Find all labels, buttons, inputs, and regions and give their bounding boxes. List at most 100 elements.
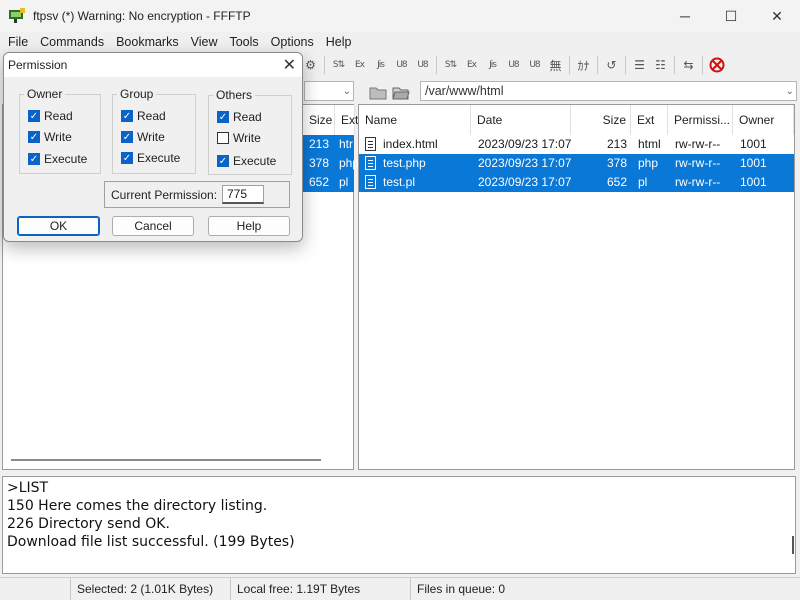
remote-file-size: 213 (606, 137, 627, 151)
menu-tools[interactable]: Tools (223, 32, 264, 52)
local-file-size: 652 (309, 175, 330, 189)
others-read-checkbox[interactable]: ✓ Read (217, 110, 262, 124)
utf8bom-download-icon[interactable]: U8 (412, 55, 433, 76)
settings-toolbar-icon[interactable]: ⚙ (300, 55, 321, 76)
checkmark-icon: ✓ (121, 152, 133, 164)
group-read-checkbox[interactable]: ✓ Read (121, 109, 166, 123)
owner-write-label: Write (44, 130, 72, 144)
status-selected: Selected: 2 (1.01K Bytes) (70, 578, 230, 600)
current-permission-input[interactable]: 775 (222, 185, 264, 204)
remote-file-row[interactable]: test.php 2023/09/23 17:07 378 php rw-rw-… (359, 154, 794, 173)
menu-options[interactable]: Options (265, 32, 320, 52)
remote-column-size[interactable]: Size (571, 105, 631, 135)
remote-column-ext[interactable]: Ext (631, 105, 668, 135)
remote-file-name: test.php (383, 156, 426, 170)
menu-commands[interactable]: Commands (34, 32, 110, 52)
sync-folders-icon[interactable]: ⇆ (678, 55, 699, 76)
toolbar-separator (324, 56, 325, 74)
others-execute-checkbox[interactable]: ✓ Execute (217, 154, 276, 168)
kana-conversion-icon[interactable]: ｶﾅ (573, 55, 594, 76)
remote-file-date: 2023/09/23 17:07 (478, 175, 572, 189)
owner-execute-label: Execute (44, 152, 88, 166)
local-horizontal-scrollbar[interactable] (11, 459, 321, 461)
group-write-checkbox[interactable]: ✓ Write (121, 130, 165, 144)
toolbar-separator (674, 56, 675, 74)
log-line: Download file list successful. (199 Byte… (7, 534, 295, 550)
open-folder-icon[interactable] (390, 81, 411, 102)
checkmark-icon: ✓ (217, 155, 229, 167)
owner-read-checkbox[interactable]: ✓ Read (28, 109, 73, 123)
checkmark-icon: ✓ (28, 153, 40, 165)
dialog-close-icon[interactable]: ✕ (283, 55, 296, 75)
owner-group-title: Owner (24, 87, 66, 101)
local-file-row[interactable]: 213 htr (303, 135, 354, 154)
remote-column-date[interactable]: Date (471, 105, 571, 135)
owner-execute-checkbox[interactable]: ✓ Execute (28, 152, 87, 166)
sjis-download-icon[interactable]: S⇅ (328, 55, 349, 76)
jis-upload-icon[interactable]: Jis (482, 55, 503, 76)
remote-file-permission: rw-rw-r-- (675, 175, 721, 189)
checkmark-icon: ✓ (217, 111, 229, 123)
menu-bookmarks[interactable]: Bookmarks (110, 32, 185, 52)
ok-button[interactable]: OK (17, 216, 100, 236)
checkmark-icon: ✓ (28, 131, 40, 143)
remote-file-permission: rw-rw-r-- (675, 137, 721, 151)
folder-up-icon[interactable] (367, 81, 388, 102)
local-file-row[interactable]: 652 pl (303, 173, 354, 192)
status-bar: Selected: 2 (1.01K Bytes) Local free: 1.… (0, 577, 800, 600)
unchecked-box-icon (217, 132, 229, 144)
checkmark-icon: ✓ (121, 131, 133, 143)
help-button[interactable]: Help (208, 216, 290, 236)
checkmark-icon: ✓ (121, 110, 133, 122)
minimize-button[interactable]: ─ (662, 0, 708, 32)
owner-write-checkbox[interactable]: ✓ Write (28, 130, 72, 144)
log-scrollbar[interactable] (792, 536, 794, 554)
permission-dialog: Permission ✕ Owner ✓ Read ✓ Write ✓ Execute… (3, 52, 303, 242)
toolbar-separator (625, 56, 626, 74)
group-execute-checkbox[interactable]: ✓ Execute (121, 151, 180, 165)
utf8-upload-icon[interactable]: U8 (503, 55, 524, 76)
others-group-title: Others (213, 88, 256, 102)
remote-file-row[interactable]: test.pl 2023/09/23 17:07 652 pl rw-rw-r-… (359, 173, 794, 192)
local-path-combo[interactable]: ⌄ (304, 81, 354, 101)
local-column-size[interactable]: Size (303, 105, 335, 135)
maximize-button[interactable]: ☐ (708, 0, 754, 32)
remote-file-owner: 1001 (740, 156, 767, 170)
utf8bom-upload-icon[interactable]: U8 (524, 55, 545, 76)
others-write-checkbox[interactable]: Write (217, 131, 261, 145)
list-view-icon[interactable]: ☰ (629, 55, 650, 76)
status-local-free: Local free: 1.19T Bytes (230, 578, 410, 600)
checkmark-icon: ✓ (28, 110, 40, 122)
refresh-icon[interactable]: ↺ (601, 55, 622, 76)
detail-view-icon[interactable]: ☷ (650, 55, 671, 76)
local-file-ext: php (339, 156, 360, 170)
sjis-upload-icon[interactable]: S⇅ (440, 55, 461, 76)
no-conversion-icon[interactable]: 無 (545, 55, 566, 76)
document-icon (365, 156, 376, 170)
remote-file-row[interactable]: index.html 2023/09/23 17:07 213 html rw-… (359, 135, 794, 154)
log-panel[interactable]: >LIST 150 Here comes the directory listi… (2, 476, 796, 574)
local-column-ext[interactable]: Ext (335, 105, 358, 135)
remote-column-permission[interactable]: Permissi... (668, 105, 733, 135)
local-file-row[interactable]: 378 php (303, 154, 359, 173)
log-line: >LIST (7, 480, 49, 496)
close-button[interactable]: ✕ (754, 0, 800, 32)
remote-column-name[interactable]: Name (359, 105, 471, 135)
owner-group: Owner ✓ Read ✓ Write ✓ Execute (19, 87, 101, 174)
toolbar-separator (597, 56, 598, 74)
euc-download-icon[interactable]: Ex (349, 55, 370, 76)
cancel-button[interactable]: Cancel (112, 216, 194, 236)
utf8-download-icon[interactable]: U8 (391, 55, 412, 76)
others-write-label: Write (233, 131, 261, 145)
euc-upload-icon[interactable]: Ex (461, 55, 482, 76)
remote-path-combo[interactable]: /var/www/html ⌄ (420, 81, 797, 101)
remote-file-list[interactable]: Name Date Size Ext Permissi... Owner ind… (358, 104, 795, 470)
stop-icon[interactable] (706, 55, 727, 76)
menu-view[interactable]: View (185, 32, 224, 52)
log-line: 226 Directory send OK. (7, 516, 170, 532)
menu-file[interactable]: File (2, 32, 34, 52)
menu-help[interactable]: Help (320, 32, 358, 52)
jis-download-icon[interactable]: Jis (370, 55, 391, 76)
remote-column-owner[interactable]: Owner (733, 105, 794, 135)
document-icon (365, 137, 376, 151)
